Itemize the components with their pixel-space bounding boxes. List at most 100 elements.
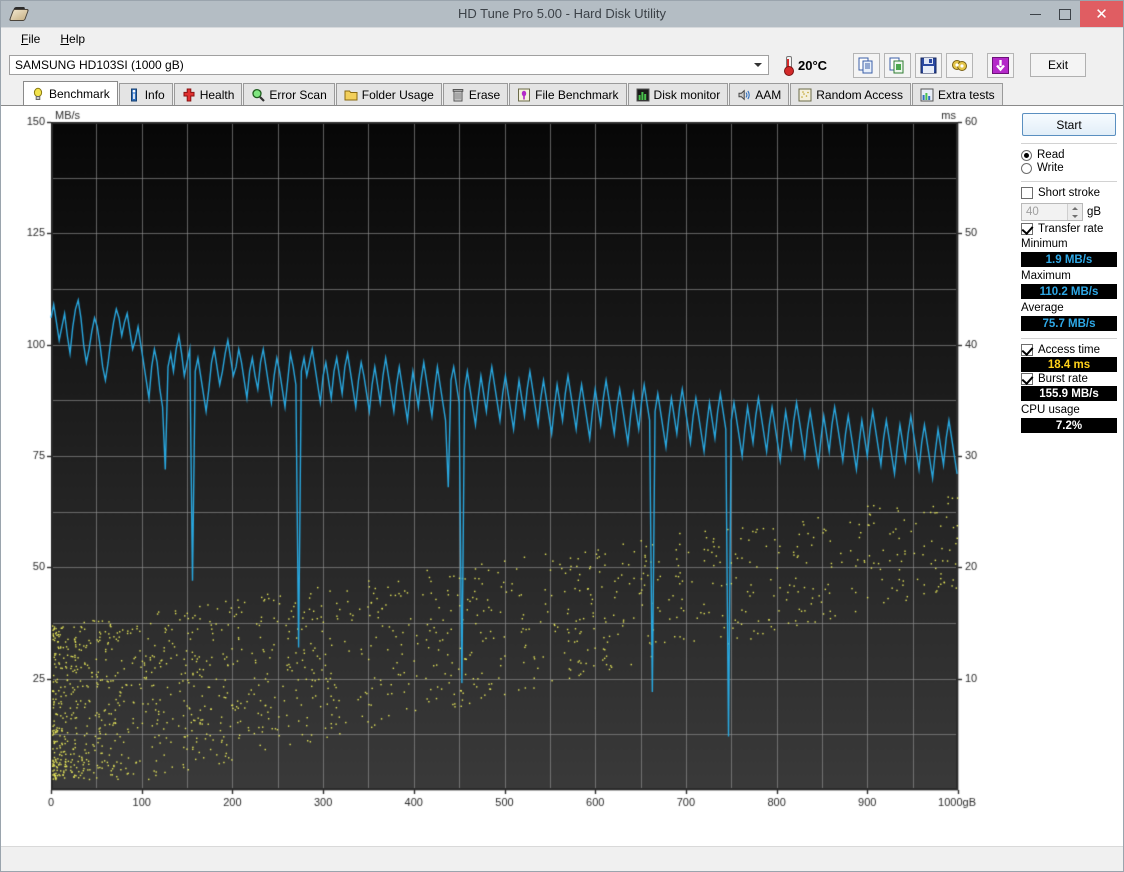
magnifier-icon bbox=[252, 88, 266, 102]
burst-rate-value: 155.9 MB/s bbox=[1021, 386, 1117, 401]
tab-erase-label: Erase bbox=[468, 87, 501, 102]
menu-help-rest: elp bbox=[69, 32, 86, 46]
burst-rate-label: Burst rate bbox=[1038, 373, 1088, 385]
divider bbox=[1021, 338, 1117, 339]
bar-chart-icon bbox=[636, 88, 650, 101]
menu-help[interactable]: Help bbox=[50, 30, 95, 48]
short-stroke-stepper[interactable] bbox=[1067, 204, 1082, 220]
tab-file-benchmark-label: File Benchmark bbox=[535, 87, 619, 102]
radio-write-icon bbox=[1021, 162, 1032, 174]
menu-bar: File Help bbox=[1, 27, 1123, 50]
tab-folder-usage-label: Folder Usage bbox=[361, 87, 434, 102]
stepper-down-icon[interactable] bbox=[1068, 212, 1082, 220]
radio-write[interactable]: Write bbox=[1021, 162, 1117, 174]
checkbox-burst-rate[interactable]: Burst rate bbox=[1021, 373, 1117, 385]
copy-icon[interactable] bbox=[853, 52, 881, 78]
start-button-label: Start bbox=[1056, 117, 1082, 132]
maximize-button[interactable] bbox=[1050, 1, 1080, 27]
radio-write-label: Write bbox=[1037, 162, 1064, 174]
transfer-rate-chart bbox=[1, 106, 1013, 830]
tab-extra-tests[interactable]: Extra tests bbox=[911, 83, 1003, 105]
divider bbox=[1021, 181, 1117, 182]
benchmark-controls: Start Read Write Short stroke 40 gB Tran… bbox=[1015, 106, 1123, 846]
short-stroke-value: 40 bbox=[1026, 206, 1039, 218]
tab-info[interactable]: Info bbox=[118, 83, 173, 105]
short-stroke-row: 40 gB bbox=[1021, 203, 1117, 221]
minimum-label: Minimum bbox=[1021, 238, 1068, 250]
tab-random-access[interactable]: Random Access bbox=[790, 83, 911, 105]
tab-disk-monitor-label: Disk monitor bbox=[653, 87, 721, 102]
radio-read-icon bbox=[1021, 149, 1032, 161]
info-icon bbox=[130, 88, 137, 101]
checkbox-short-stroke[interactable]: Short stroke bbox=[1021, 187, 1117, 199]
app-window: HD Tune Pro 5.00 - Hard Disk Utility ✕ F… bbox=[0, 0, 1124, 872]
access-time-value: 18.4 ms bbox=[1021, 357, 1117, 372]
maximum-value: 110.2 MB/s bbox=[1021, 284, 1117, 299]
tab-health-label: Health bbox=[199, 87, 235, 102]
speaker-icon bbox=[738, 88, 750, 101]
tab-aam[interactable]: AAM bbox=[729, 83, 790, 105]
access-time-label: Access time bbox=[1038, 344, 1100, 356]
settings-icon[interactable] bbox=[946, 52, 974, 78]
tab-error-scan[interactable]: Error Scan bbox=[243, 83, 335, 105]
temperature-display: 20°C bbox=[783, 53, 827, 77]
cpu-usage-label: CPU usage bbox=[1021, 404, 1080, 416]
tab-info-label: Info bbox=[144, 87, 165, 102]
drive-select[interactable]: SAMSUNG HD103SI (1000 gB) bbox=[9, 55, 769, 75]
tab-file-benchmark[interactable]: File Benchmark bbox=[509, 83, 627, 105]
cross-icon bbox=[183, 88, 195, 101]
temperature-value: 20°C bbox=[798, 57, 828, 73]
drive-select-value: SAMSUNG HD103SI (1000 gB) bbox=[15, 58, 184, 72]
maximum-label: Maximum bbox=[1021, 270, 1071, 282]
folder-icon bbox=[344, 90, 358, 100]
toolbar-buttons bbox=[853, 52, 1015, 78]
save-icon[interactable] bbox=[915, 52, 943, 78]
lightbulb-icon bbox=[33, 87, 43, 100]
tab-health[interactable]: Health bbox=[173, 83, 243, 105]
checkbox-transfer-rate-icon bbox=[1021, 223, 1033, 235]
checkbox-burst-rate-icon bbox=[1021, 373, 1033, 385]
tab-folder-usage[interactable]: Folder Usage bbox=[335, 83, 442, 105]
menu-file-rest: ile bbox=[28, 32, 41, 46]
tab-bar: Benchmark Info Health Error Scan Folder … bbox=[1, 80, 1123, 105]
copy-image-icon[interactable] bbox=[884, 52, 912, 78]
short-stroke-input[interactable]: 40 bbox=[1021, 203, 1083, 221]
cpu-usage-value: 7.2% bbox=[1021, 418, 1117, 433]
minimize-button[interactable] bbox=[1020, 1, 1050, 27]
download-icon[interactable] bbox=[987, 52, 1015, 78]
start-button[interactable]: Start bbox=[1022, 113, 1116, 136]
minimum-value: 1.9 MB/s bbox=[1021, 252, 1117, 267]
tab-disk-monitor[interactable]: Disk monitor bbox=[627, 83, 729, 105]
tab-random-access-label: Random Access bbox=[816, 87, 903, 102]
stepper-up-icon[interactable] bbox=[1068, 204, 1082, 212]
tab-aam-label: AAM bbox=[755, 87, 782, 102]
radio-read-label: Read bbox=[1037, 149, 1065, 161]
exit-button-label: Exit bbox=[1048, 58, 1069, 72]
tab-benchmark-label: Benchmark bbox=[49, 86, 110, 101]
divider bbox=[1021, 143, 1117, 144]
extra-tests-icon bbox=[920, 88, 934, 101]
checkbox-short-stroke-icon bbox=[1021, 187, 1033, 199]
benchmark-panel: Start Read Write Short stroke 40 gB Tran… bbox=[1, 105, 1123, 846]
transfer-rate-label: Transfer rate bbox=[1038, 223, 1104, 235]
tab-erase[interactable]: Erase bbox=[442, 83, 509, 105]
checkbox-transfer-rate[interactable]: Transfer rate bbox=[1021, 223, 1117, 235]
radio-read[interactable]: Read bbox=[1021, 149, 1117, 161]
close-button[interactable]: ✕ bbox=[1080, 1, 1123, 27]
status-bar bbox=[1, 846, 1123, 871]
short-stroke-label: Short stroke bbox=[1038, 187, 1100, 199]
tab-extra-tests-label: Extra tests bbox=[937, 87, 995, 102]
window-title: HD Tune Pro 5.00 - Hard Disk Utility bbox=[457, 6, 667, 21]
exit-button[interactable]: Exit bbox=[1030, 53, 1087, 77]
toolbar: SAMSUNG HD103SI (1000 gB) 20°C Exit bbox=[1, 50, 1123, 80]
trash-icon bbox=[452, 88, 464, 101]
window-controls: ✕ bbox=[1020, 1, 1123, 27]
benchmark-chart-area bbox=[1, 106, 1015, 846]
chevron-down-icon bbox=[754, 63, 762, 67]
average-value: 75.7 MB/s bbox=[1021, 316, 1117, 331]
tab-benchmark[interactable]: Benchmark bbox=[23, 81, 118, 105]
checkbox-access-time-icon bbox=[1021, 344, 1033, 356]
menu-file[interactable]: File bbox=[11, 30, 50, 48]
checkbox-access-time[interactable]: Access time bbox=[1021, 344, 1117, 356]
file-benchmark-icon bbox=[518, 88, 531, 101]
